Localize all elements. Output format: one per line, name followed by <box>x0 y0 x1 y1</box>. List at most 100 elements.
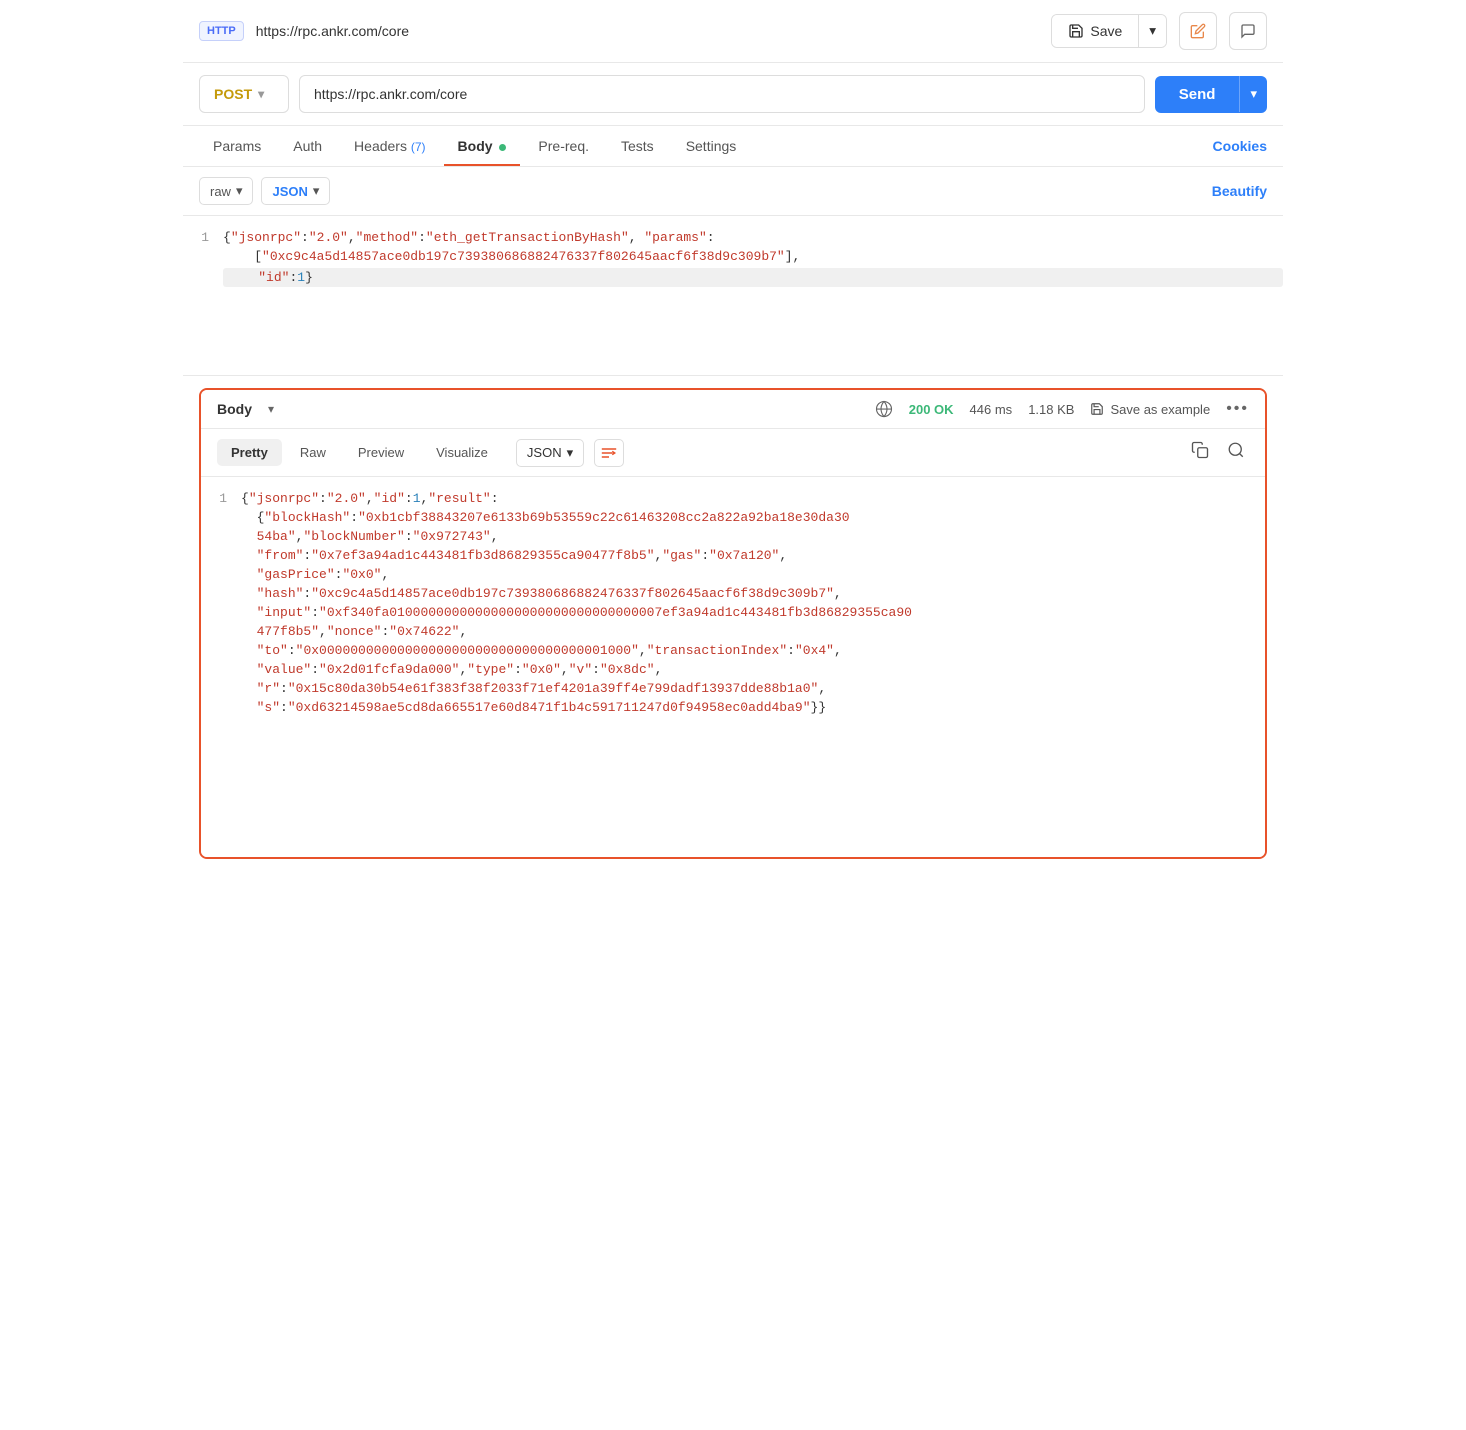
search-response-button[interactable] <box>1223 437 1249 468</box>
line-number-3 <box>183 268 223 287</box>
method-select[interactable]: POST ▾ <box>199 75 289 113</box>
status-ok-text: 200 OK <box>909 402 954 417</box>
raw-chevron-icon: ▾ <box>236 183 243 199</box>
resp-line-num-3 <box>201 529 241 544</box>
send-button[interactable]: Send <box>1155 76 1240 113</box>
response-body-label: Body <box>217 401 252 417</box>
raw-label: raw <box>210 184 231 199</box>
save-label: Save <box>1090 23 1122 39</box>
url-bar: POST ▾ Send ▾ <box>183 63 1283 126</box>
tab-body-label: Body <box>458 138 493 154</box>
url-input[interactable] <box>299 75 1145 113</box>
tab-body-dot <box>499 144 506 151</box>
resp-line-11: "r":"0x15c80da30b54e61f383f38f2033f71ef4… <box>201 679 1265 698</box>
comment-icon <box>1240 23 1256 39</box>
save-example-button[interactable]: Save as example <box>1090 402 1210 417</box>
tab-auth[interactable]: Auth <box>279 126 336 166</box>
code-content-2: ["0xc9c4a5d14857ace0db197c73938068688247… <box>223 249 1283 264</box>
save-example-icon <box>1090 402 1104 416</box>
resp-code-3: 54ba","blockNumber":"0x972743", <box>241 529 1265 544</box>
response-tabs-bar: Pretty Raw Preview Visualize JSON ▾ <box>201 429 1265 477</box>
request-body-editor[interactable]: 1 {"jsonrpc":"2.0","method":"eth_getTran… <box>183 216 1283 376</box>
resp-line-num-11 <box>201 681 241 696</box>
resp-line-9: "to":"0x00000000000000000000000000000000… <box>201 641 1265 660</box>
search-icon <box>1227 441 1245 459</box>
resp-line-num-5 <box>201 567 241 582</box>
resp-code-1: {"jsonrpc":"2.0","id":1,"result": <box>241 491 1265 506</box>
raw-format-select[interactable]: raw ▾ <box>199 177 253 205</box>
resp-line-3: 54ba","blockNumber":"0x972743", <box>201 527 1265 546</box>
resp-code-6: "hash":"0xc9c4a5d14857ace0db197c73938068… <box>241 586 1265 601</box>
tab-settings[interactable]: Settings <box>672 126 751 166</box>
response-body-content: 1 {"jsonrpc":"2.0","id":1,"result": {"bl… <box>201 477 1265 857</box>
resp-tab-raw[interactable]: Raw <box>286 439 340 466</box>
wrap-icon[interactable] <box>594 439 624 467</box>
resp-code-12: "s":"0xd63214598ae5cd8da665517e60d8471f1… <box>241 700 1265 715</box>
tab-headers-badge: (7) <box>411 140 426 154</box>
resp-line-12: "s":"0xd63214598ae5cd8da665517e60d8471f1… <box>201 698 1265 717</box>
response-header: Body ▾ 200 OK 446 ms 1.18 KB Save as exa… <box>201 390 1265 429</box>
response-icon-buttons <box>1187 437 1249 468</box>
save-button[interactable]: Save <box>1052 15 1138 47</box>
save-dropdown-button[interactable]: ▾ <box>1138 15 1166 47</box>
resp-line-num-12 <box>201 700 241 715</box>
code-line-3: "id":1} <box>183 266 1283 289</box>
resp-line-7: "input":"0xf340fa01000000000000000000000… <box>201 603 1265 622</box>
resp-line-2: {"blockHash":"0xb1cbf38843207e6133b69b53… <box>201 508 1265 527</box>
code-line-1: 1 {"jsonrpc":"2.0","method":"eth_getTran… <box>183 228 1283 247</box>
resp-line-1: 1 {"jsonrpc":"2.0","id":1,"result": <box>201 489 1265 508</box>
send-dropdown-button[interactable]: ▾ <box>1239 76 1267 112</box>
resp-tab-preview[interactable]: Preview <box>344 439 418 466</box>
resp-tab-visualize[interactable]: Visualize <box>422 439 502 466</box>
resp-line-num-6 <box>201 586 241 601</box>
tab-prereq[interactable]: Pre-req. <box>524 126 603 166</box>
wrap-lines-icon <box>601 446 617 460</box>
comment-button[interactable] <box>1229 12 1267 50</box>
top-bar: HTTP https://rpc.ankr.com/core Save ▾ <box>183 0 1283 63</box>
resp-line-num-10 <box>201 662 241 677</box>
resp-line-num-4 <box>201 548 241 563</box>
pencil-icon <box>1190 23 1206 39</box>
resp-code-4: "from":"0x7ef3a94ad1c443481fb3d86829355c… <box>241 548 1265 563</box>
copy-response-button[interactable] <box>1187 437 1213 468</box>
save-icon <box>1068 23 1084 39</box>
json-chevron-icon: ▾ <box>313 183 320 199</box>
request-tabs-bar: Params Auth Headers (7) Body Pre-req. Te… <box>183 126 1283 167</box>
resp-line-6: "hash":"0xc9c4a5d14857ace0db197c73938068… <box>201 584 1265 603</box>
method-label: POST <box>214 86 252 102</box>
tab-body[interactable]: Body <box>444 126 521 166</box>
resp-line-10: "value":"0x2d01fcfa9da000","type":"0x0",… <box>201 660 1265 679</box>
globe-icon <box>875 400 893 418</box>
tab-params[interactable]: Params <box>199 126 275 166</box>
resp-line-5: "gasPrice":"0x0", <box>201 565 1265 584</box>
resp-line-num-9 <box>201 643 241 658</box>
beautify-button[interactable]: Beautify <box>1212 183 1267 199</box>
response-size: 1.18 KB <box>1028 402 1074 417</box>
response-format-chevron-icon: ▾ <box>567 445 574 461</box>
resp-code-5: "gasPrice":"0x0", <box>241 567 1265 582</box>
cookies-link[interactable]: Cookies <box>1213 138 1267 154</box>
response-format-select[interactable]: JSON ▾ <box>516 439 584 467</box>
resp-code-11: "r":"0x15c80da30b54e61f383f38f2033f71ef4… <box>241 681 1265 696</box>
response-format-label: JSON <box>527 445 562 460</box>
tab-headers-label: Headers <box>354 138 407 154</box>
save-button-group: Save ▾ <box>1051 14 1167 48</box>
http-badge: HTTP <box>199 21 244 41</box>
tab-headers[interactable]: Headers (7) <box>340 126 439 166</box>
response-status-group: 200 OK 446 ms 1.18 KB Save as example ••… <box>875 400 1249 418</box>
line-number-2 <box>183 249 223 264</box>
save-example-label: Save as example <box>1110 402 1210 417</box>
tab-tests[interactable]: Tests <box>607 126 668 166</box>
response-body-chevron-icon[interactable]: ▾ <box>268 402 274 416</box>
resp-line-4: "from":"0x7ef3a94ad1c443481fb3d86829355c… <box>201 546 1265 565</box>
edit-button[interactable] <box>1179 12 1217 50</box>
code-line-2: ["0xc9c4a5d14857ace0db197c73938068688247… <box>183 247 1283 266</box>
code-content-1: {"jsonrpc":"2.0","method":"eth_getTransa… <box>223 230 1283 245</box>
more-options-button[interactable]: ••• <box>1226 400 1249 418</box>
method-chevron-icon: ▾ <box>258 87 264 101</box>
resp-tab-pretty[interactable]: Pretty <box>217 439 282 466</box>
top-url-display: https://rpc.ankr.com/core <box>256 23 1040 39</box>
resp-line-num-2 <box>201 510 241 525</box>
editor-toolbar: raw ▾ JSON ▾ Beautify <box>183 167 1283 216</box>
json-format-select[interactable]: JSON ▾ <box>261 177 330 205</box>
